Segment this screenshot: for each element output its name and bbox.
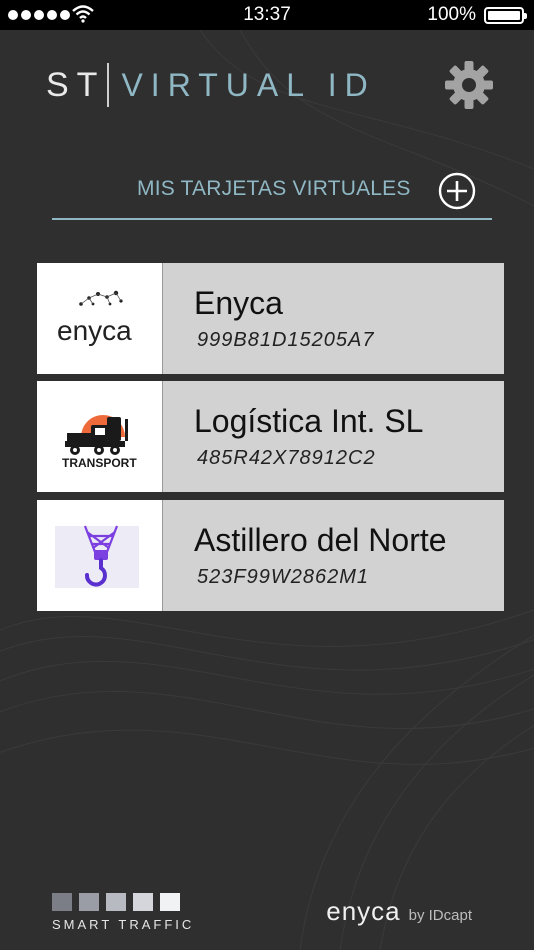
gear-icon[interactable]	[444, 60, 494, 110]
card-code: 485R42X78912C2	[197, 447, 376, 469]
crane-hook-logo	[37, 500, 163, 611]
card-info: Astillero del Norte 523F99W2862M1	[163, 500, 504, 611]
status-bar: 13:37 100%	[0, 0, 534, 30]
virtual-card-enyca[interactable]: enyca Enyca 999B81D15205A7	[37, 263, 504, 374]
card-info: Enyca 999B81D15205A7	[163, 263, 504, 374]
brand-virtual-id: VIRTUAL ID	[121, 66, 376, 103]
section-header: MIS TARJETAS VIRTUALES	[52, 170, 492, 220]
card-name: Logística Int. SL	[194, 403, 424, 439]
brand-divider	[107, 63, 110, 107]
brand-st: ST	[46, 65, 106, 104]
card-info: Logística Int. SL 485R42X78912C2	[163, 381, 504, 492]
battery-percent: 100%	[427, 4, 476, 25]
app-brand: ST VIRTUAL ID	[46, 62, 376, 108]
card-code: 523F99W2862M1	[197, 566, 369, 588]
enyca-logo: enyca	[37, 263, 163, 374]
footer-enyca-word: enyca	[326, 896, 401, 926]
card-name: Astillero del Norte	[194, 522, 447, 558]
plus-circle-icon[interactable]	[438, 172, 476, 210]
footer-by-idcapt: by IDcapt	[408, 907, 472, 924]
smart-traffic-squares	[52, 893, 194, 911]
enyca-logo-text: enyca	[57, 315, 132, 346]
section-title: MIS TARJETAS VIRTUALES	[137, 177, 411, 200]
card-name: Enyca	[194, 285, 283, 321]
battery-icon	[484, 7, 527, 24]
enyca-by-idcapt-logo: enyca by IDcapt	[326, 896, 472, 927]
smart-traffic-logo: SMART TRAFFIC	[52, 893, 194, 932]
card-code: 999B81D15205A7	[197, 329, 375, 351]
truck-logo: TRANSPORT	[37, 381, 163, 492]
truck-logo-text: TRANSPORT	[62, 456, 137, 470]
virtual-card-logistica[interactable]: TRANSPORT Logística Int. SL 485R42X78912…	[37, 381, 504, 492]
smart-traffic-text: SMART TRAFFIC	[52, 917, 195, 932]
virtual-card-astillero[interactable]: Astillero del Norte 523F99W2862M1	[37, 500, 504, 611]
